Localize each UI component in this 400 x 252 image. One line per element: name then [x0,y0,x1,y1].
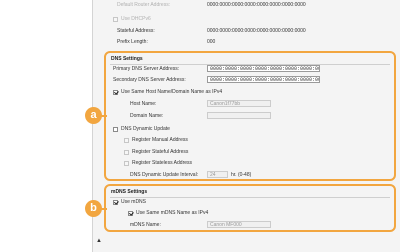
dns-settings-title: DNS Settings [111,56,143,62]
host-name-label: Host Name: [130,101,157,107]
dns-dynamic-update-checkbox[interactable] [113,127,118,132]
stateful-address-value: 0000:0000:0000:0000:0000:0000:0000:0000 [207,28,306,34]
same-mdns-name-checkbox[interactable] [128,211,133,216]
host-name-input[interactable]: Canon1f77bb [207,100,271,107]
prefix-length-label: Prefix Length: [117,39,148,45]
stateful-address-label: Stateful Address: [117,28,155,34]
same-host-name-checkbox[interactable] [113,90,118,95]
mdns-settings-divider [110,197,390,198]
use-mdns-checkbox[interactable] [113,200,118,205]
dns-dynamic-update-label: DNS Dynamic Update [121,126,170,132]
register-manual-label: Register Manual Address [132,137,188,143]
callout-a-badge: a [85,107,102,124]
register-stateless-checkbox[interactable] [124,161,129,166]
callout-b-badge: b [85,200,102,217]
mdns-name-input[interactable]: Canon MF000 [207,221,271,228]
secondary-dns-label: Secondary DNS Server Address: [113,77,186,83]
secondary-dns-input[interactable]: 0000:0000:0000:0000:0000:0000:0000:0000 [207,76,320,83]
page-top-arrow-icon[interactable]: ▲ [96,238,102,245]
register-stateful-label: Register Stateful Address [132,149,189,155]
default-router-label: Default Router Address: [117,2,171,8]
dns-update-interval-input[interactable]: 24 [207,171,228,178]
prefix-length-value: 000 [207,39,216,45]
register-manual-checkbox[interactable] [124,138,129,143]
mdns-settings-title: mDNS Settings [111,189,148,195]
same-host-name-label: Use Same Host Name/Domain Name as IPv4 [121,89,223,95]
use-mdns-label: Use mDNS [121,199,147,205]
primary-dns-input[interactable]: 0000:0000:0000:0000:0000:0000:0000:0000 [207,65,320,72]
domain-name-input[interactable] [207,112,271,119]
dns-update-interval-label: DNS Dynamic Update Interval: [130,172,199,178]
default-router-value: 0000:0000:0000:0000:0000:0000:0000:0000 [207,2,306,8]
mdns-name-label: mDNS Name: [130,222,161,228]
register-stateful-checkbox[interactable] [124,150,129,155]
dns-update-interval-unit: hr. (0-48) [231,172,252,178]
domain-name-label: Domain Name: [130,113,164,119]
use-dhcpv6-checkbox[interactable] [113,17,118,22]
same-mdns-name-label: Use Same mDNS Name as IPv4 [136,210,209,216]
register-stateless-label: Register Stateless Address [132,160,193,166]
primary-dns-label: Primary DNS Server Address: [113,66,180,72]
use-dhcpv6-label: Use DHCPv6 [121,16,151,22]
